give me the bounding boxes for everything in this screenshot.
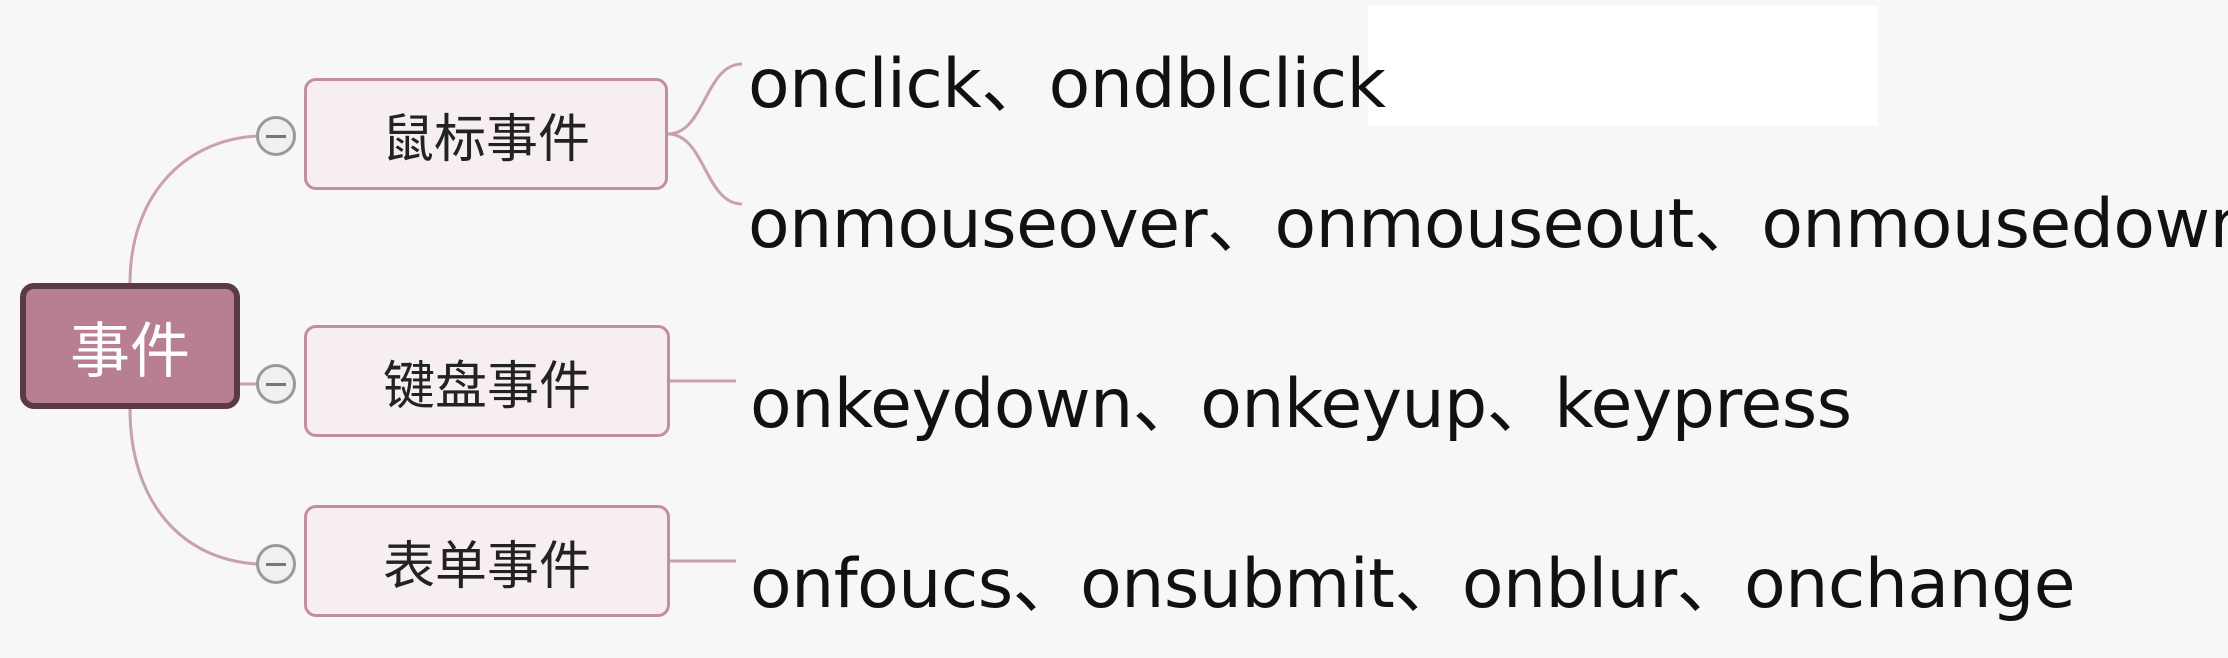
connector-mouse-to-leaf-0 — [667, 62, 743, 136]
leaf-mouse-click-events[interactable]: onclick、ondblclick — [748, 28, 1386, 127]
connector-root-to-form — [128, 408, 259, 566]
collapse-mouse-icon[interactable] — [256, 116, 296, 156]
topic-mouse-events[interactable]: 鼠标事件 — [304, 78, 668, 190]
root-topic[interactable]: 事件 — [20, 283, 240, 409]
topic-form-events[interactable]: 表单事件 — [304, 505, 670, 617]
leaf-mouse-move-events[interactable]: onmouseover、onmouseout、onmousedown、 — [748, 168, 2228, 267]
topic-mouse-events-label: 鼠标事件 — [381, 109, 590, 170]
topic-keyboard-events[interactable]: 键盘事件 — [304, 325, 670, 437]
leaf-form-events[interactable]: onfoucs、onsubmit、onblur、onchange — [750, 528, 2076, 627]
background-patch — [1368, 6, 1878, 126]
connector-mouse-to-leaf-1 — [667, 132, 743, 206]
leaf-keyboard-events[interactable]: onkeydown、onkeyup、keypress — [750, 348, 1852, 447]
collapse-keyboard-icon[interactable] — [256, 364, 296, 404]
topic-form-events-label: 表单事件 — [382, 536, 591, 597]
collapse-form-icon[interactable] — [256, 544, 296, 584]
connector-root-to-mouse — [128, 134, 259, 284]
topic-keyboard-events-label: 键盘事件 — [382, 356, 591, 417]
root-topic-label: 事件 — [70, 316, 190, 387]
